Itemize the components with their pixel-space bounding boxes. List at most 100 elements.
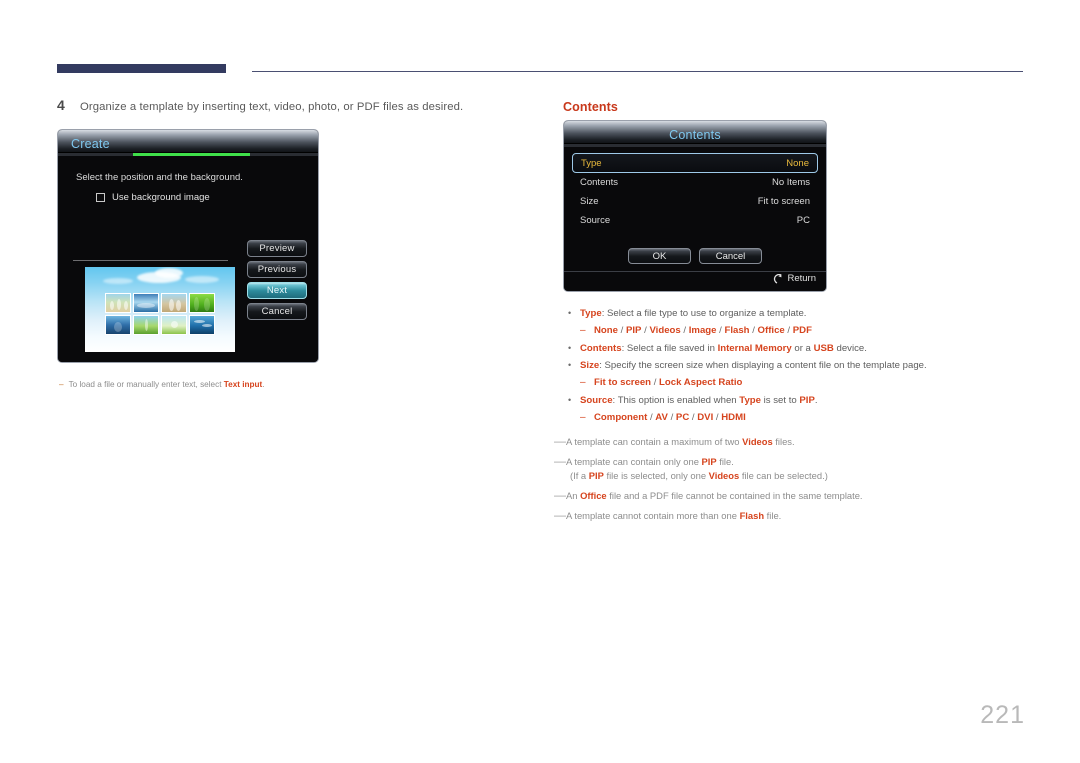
note-dash-icon: — <box>554 508 566 522</box>
text-input-note: – To load a file or manually enter text,… <box>59 380 265 389</box>
note-subline: (If a PIP file is selected, only one Vid… <box>566 469 828 483</box>
manual-page: 4 Organize a template by inserting text,… <box>0 0 1080 763</box>
contents-dialog-body: Type None Contents No Items Size Fit to … <box>564 147 826 291</box>
note-line: An Office file and a PDF file cannot be … <box>566 490 863 501</box>
option-list: Component / AV / PC / DVI / HDMI <box>594 410 746 425</box>
option-list: None / PIP / Videos / Image / Flash / Of… <box>594 323 812 338</box>
note-item: — An Office file and a PDF file cannot be… <box>554 489 994 503</box>
row-value: Fit to screen <box>757 196 810 207</box>
page-number: 221 <box>980 701 1025 729</box>
option-value: Image <box>688 325 717 336</box>
bullet-keyword: USB <box>813 343 834 354</box>
contents-dialog: Contents Type None Contents No Items Siz… <box>563 120 827 292</box>
row-label: Size <box>580 196 599 207</box>
option-list: Fit to screen / Lock Aspect Ratio <box>594 375 742 390</box>
note-line: A template can contain only one PIP file… <box>566 456 734 467</box>
bullet-description: . <box>814 395 818 406</box>
row-label: Source <box>580 215 611 226</box>
bullet-dot-icon: • <box>568 308 572 318</box>
contents-dialog-title: Contents <box>669 128 721 142</box>
option-value: Office <box>757 325 785 336</box>
contents-row-source[interactable]: Source PC <box>572 211 818 230</box>
bullet-sub-item: – Fit to screen / Lock Aspect Ratio <box>566 375 1006 390</box>
note-keyword: Flash <box>739 510 765 521</box>
bullet-sub-item: – Component / AV / PC / DVI / HDMI <box>566 410 1006 425</box>
bullet-keyword: Size <box>580 360 600 371</box>
contents-row-type[interactable]: Type None <box>572 153 818 173</box>
create-divider <box>73 260 228 261</box>
option-separator: / <box>680 325 689 336</box>
note-keyword: Videos <box>742 436 773 447</box>
note-text: An Office file and a PDF file cannot be … <box>566 489 863 503</box>
note-text: A template can contain a maximum of two … <box>566 435 795 449</box>
return-control[interactable]: Return <box>772 273 816 284</box>
note-keyword: PIP <box>701 456 717 467</box>
bullet-dot-icon: • <box>568 360 572 370</box>
row-label: Contents <box>580 177 619 188</box>
cancel-button[interactable]: Cancel <box>247 303 307 320</box>
template-preview-thumbnail <box>85 267 235 352</box>
create-dialog-body: Select the position and the background. … <box>58 156 318 362</box>
option-separator: / <box>667 412 676 423</box>
thumbnail-cell <box>161 293 187 313</box>
header-rule <box>252 71 1023 72</box>
row-value: No Items <box>771 177 810 188</box>
option-value: Videos <box>649 325 681 336</box>
bullet-dot-icon: • <box>568 395 572 405</box>
note-keyword: Office <box>580 490 607 501</box>
row-value: None <box>786 157 809 169</box>
header-accent-bar <box>57 64 226 73</box>
note-fragment: An <box>566 490 581 501</box>
option-value: Component <box>594 412 648 423</box>
thumbnail-cell <box>105 315 131 335</box>
bullet-keyword: Source <box>580 395 613 406</box>
create-dialog-titlebar: Create <box>58 130 318 153</box>
use-background-image-row[interactable]: Use background image <box>96 192 210 203</box>
bullet-item: • Type: Select a file type to use to orga… <box>566 306 1006 321</box>
option-value: Fit to screen <box>594 377 652 388</box>
note-item: — A template can contain only one PIP fil… <box>554 455 994 483</box>
next-button[interactable]: Next <box>247 282 307 299</box>
note-item: — A template cannot contain more than one… <box>554 509 994 523</box>
note-fragment: file and a PDF file cannot be contained … <box>606 490 863 501</box>
note-fragment: file. <box>764 510 782 521</box>
thumbnail-grid <box>105 293 217 335</box>
bullet-description: : Select a file type to use to organize … <box>601 308 807 319</box>
previous-button[interactable]: Previous <box>247 261 307 278</box>
option-value: PIP <box>625 325 642 336</box>
bullet-text: Contents: Select a file saved in Interna… <box>580 341 867 356</box>
bullet-text: Type: Select a file type to use to organ… <box>580 306 806 321</box>
option-value: Lock Aspect Ratio <box>659 377 743 388</box>
sub-dash-icon: – <box>580 412 586 423</box>
note-dash-icon: — <box>554 488 566 502</box>
contents-row-size[interactable]: Size Fit to screen <box>572 192 818 211</box>
note-fragment: file can be selected.) <box>739 470 828 481</box>
option-value: AV <box>655 412 668 423</box>
option-separator: / <box>617 325 626 336</box>
note-dash-icon: — <box>554 434 566 448</box>
bullet-sub-item: – None / PIP / Videos / Image / Flash / O… <box>566 323 1006 338</box>
bullet-description: is set to <box>760 395 800 406</box>
preview-button[interactable]: Preview <box>247 240 307 257</box>
sub-dash-icon: – <box>580 325 586 336</box>
contents-row-contents[interactable]: Contents No Items <box>572 173 818 192</box>
option-value: HDMI <box>721 412 746 423</box>
note-line: A template can contain a maximum of two … <box>566 436 795 447</box>
option-separator: / <box>784 325 793 336</box>
thumbnail-cell <box>189 315 215 335</box>
option-value: Flash <box>724 325 750 336</box>
note-fragment: file is selected, only one <box>603 470 709 481</box>
checkbox-icon[interactable] <box>96 193 105 202</box>
note-item: — A template can contain a maximum of two… <box>554 435 994 449</box>
bullet-keyword: Type <box>580 308 602 319</box>
ok-button[interactable]: OK <box>628 248 691 264</box>
note-fragment: A template can contain only one <box>566 456 702 467</box>
option-separator: / <box>651 377 660 388</box>
bullet-description: : Specify the screen size when displayin… <box>599 360 927 371</box>
note-keyword: PIP <box>588 470 604 481</box>
use-background-image-label: Use background image <box>112 192 210 203</box>
bullet-item: • Contents: Select a file saved in Intern… <box>566 341 1006 356</box>
bullet-description: device. <box>833 343 867 354</box>
bullet-description: or a <box>791 343 814 354</box>
cancel-button[interactable]: Cancel <box>699 248 762 264</box>
